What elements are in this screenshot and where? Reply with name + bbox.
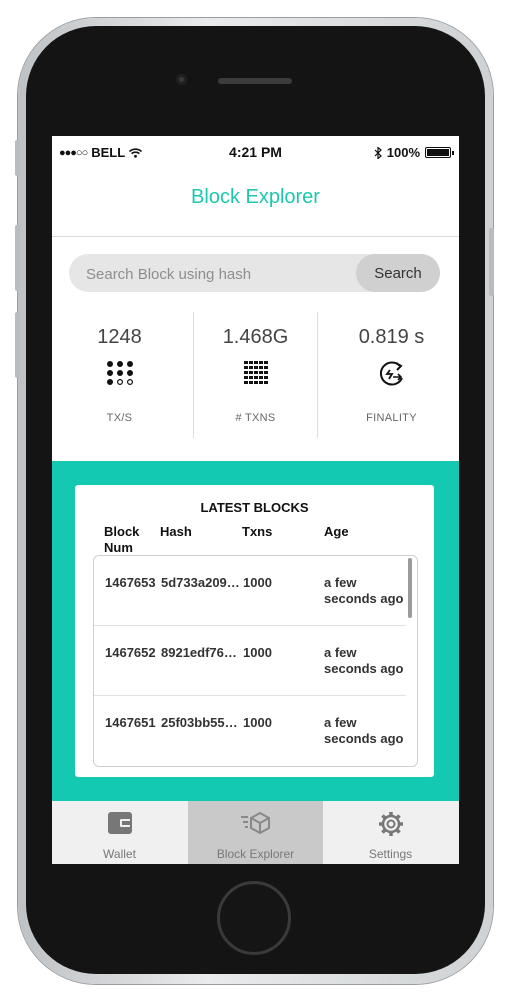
stat-label: # TXNS — [235, 412, 276, 424]
list-scrollbar[interactable] — [408, 558, 412, 618]
block-hash: 5d733a209… — [161, 575, 240, 590]
stat-value: 1248 — [97, 326, 142, 348]
stat-finality: 0.819 s FINALITY — [324, 308, 459, 438]
power-button — [489, 228, 494, 296]
dots-grid-icon — [106, 361, 133, 386]
tab-wallet[interactable]: Wallet — [52, 801, 187, 864]
stat-tx-per-second: 1248 TX/S — [52, 308, 187, 438]
battery-status: 100% — [374, 145, 454, 160]
stat-label: TX/S — [106, 412, 133, 424]
tab-label: Wallet — [103, 847, 136, 861]
card-title: LATEST BLOCKS — [200, 500, 309, 515]
block-hash: 25f03bb55… — [161, 715, 238, 730]
tab-block-explorer[interactable]: Block Explorer — [188, 801, 323, 864]
block-hash: 8921edf76… — [161, 645, 237, 660]
stat-total-txns: 1.468G # TXNS — [188, 308, 323, 438]
page-title: Block Explorer — [191, 186, 320, 208]
stat-divider — [317, 312, 318, 438]
volume-down-button — [15, 312, 20, 378]
tab-settings[interactable]: Settings — [323, 801, 458, 864]
battery-icon — [425, 147, 454, 158]
search-input[interactable] — [69, 254, 368, 294]
block-explorer-icon — [240, 811, 270, 835]
column-header-block-num: Block Num — [104, 524, 140, 555]
phone-screen: ●●●○○ BELL 4:21 PM 100% Block Explorer S… — [52, 136, 459, 864]
column-header-txns: Txns — [242, 524, 273, 539]
block-txns: 1000 — [243, 645, 272, 660]
status-bar: ●●●○○ BELL 4:21 PM 100% — [52, 136, 459, 168]
stat-value: 0.819 s — [358, 326, 425, 348]
block-age: a few seconds ago — [324, 575, 404, 606]
tab-label: Settings — [368, 847, 413, 861]
search-bar: Search — [69, 254, 440, 294]
gear-icon — [378, 812, 403, 836]
cycle-timer-icon — [379, 361, 403, 386]
wallet-icon — [107, 812, 132, 834]
latest-blocks-card: LATEST BLOCKS Block Num Hash Txns Age 14… — [75, 485, 434, 777]
block-txns: 1000 — [243, 575, 272, 590]
app-header: Block Explorer — [52, 168, 459, 237]
column-header-age: Age — [324, 524, 349, 539]
bottom-tab-bar: Wallet Block Explorer Settings — [52, 801, 459, 864]
dense-grid-icon — [243, 361, 268, 384]
bluetooth-icon — [374, 146, 382, 159]
search-button[interactable]: Search — [356, 254, 440, 292]
battery-percent: 100% — [386, 145, 420, 160]
block-row[interactable]: 1467652 8921edf76… 1000 a few seconds ag… — [94, 626, 417, 696]
volume-up-button — [15, 225, 20, 291]
network-stats: 1248 TX/S 1.468G # TXNS 0.819 s FINALITY — [52, 308, 459, 438]
block-age: a few seconds ago — [324, 645, 404, 676]
column-header-hash: Hash — [160, 524, 192, 539]
stat-label: FINALITY — [366, 412, 417, 424]
home-button[interactable] — [217, 881, 291, 955]
mute-switch — [15, 140, 20, 176]
latest-blocks-panel: LATEST BLOCKS Block Num Hash Txns Age 14… — [52, 461, 459, 801]
block-num: 1467652 — [105, 645, 156, 660]
block-num: 1467651 — [105, 715, 156, 730]
block-row[interactable]: 1467651 25f03bb55… 1000 a few seconds ag… — [94, 696, 417, 766]
earpiece-speaker — [218, 78, 292, 84]
block-num: 1467653 — [105, 575, 156, 590]
block-row[interactable]: 1467653 5d733a209… 1000 a few seconds ag… — [94, 556, 417, 626]
front-camera — [176, 74, 187, 85]
block-age: a few seconds ago — [324, 715, 404, 746]
tab-label: Block Explorer — [216, 847, 295, 861]
block-txns: 1000 — [243, 715, 272, 730]
blocks-list[interactable]: 1467653 5d733a209… 1000 a few seconds ag… — [93, 555, 418, 767]
stat-value: 1.468G — [222, 326, 289, 348]
